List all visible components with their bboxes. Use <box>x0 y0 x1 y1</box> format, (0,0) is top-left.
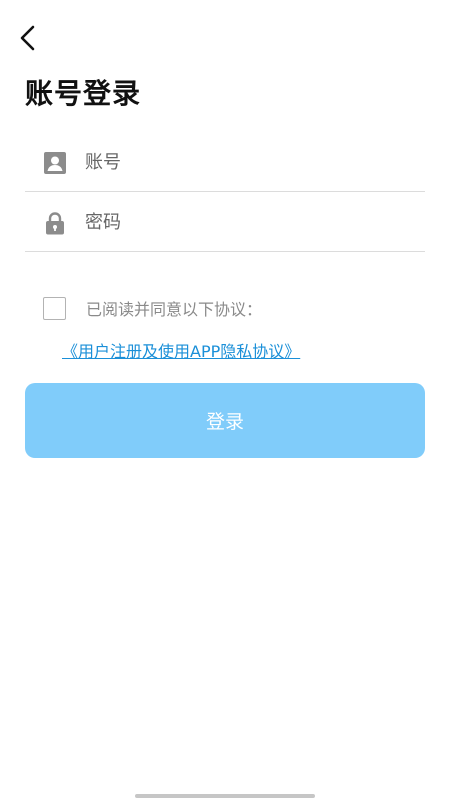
back-button[interactable] <box>12 22 44 54</box>
lock-icon <box>43 211 67 235</box>
password-input[interactable] <box>85 202 425 243</box>
account-field <box>25 134 425 192</box>
login-screen: 账号登录 已阅读并同意以下协议： 《用户注册及使用APP隐私协议》 登录 <box>0 0 450 800</box>
home-indicator[interactable] <box>135 794 315 798</box>
password-field <box>25 194 425 252</box>
page-title: 账号登录 <box>25 77 142 110</box>
account-input[interactable] <box>85 142 425 183</box>
agreement-text: 已阅读并同意以下协议： <box>86 300 263 319</box>
privacy-agreement-link[interactable]: 《用户注册及使用APP隐私协议》 <box>62 338 300 362</box>
agreement-row: 已阅读并同意以下协议： <box>43 296 262 320</box>
agreement-checkbox[interactable] <box>43 296 66 320</box>
chevron-left-icon <box>20 25 35 51</box>
user-icon <box>43 151 67 175</box>
login-button[interactable]: 登录 <box>25 383 425 458</box>
